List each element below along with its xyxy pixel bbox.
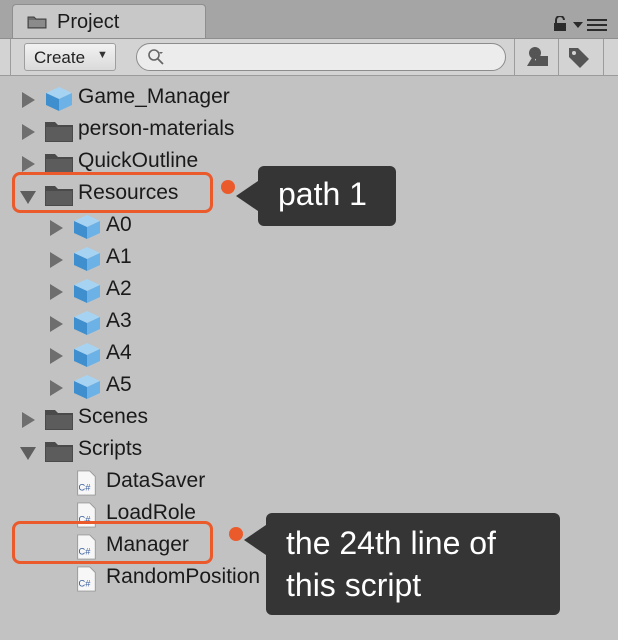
toolbar-divider xyxy=(10,39,11,76)
tree-item-label: A1 xyxy=(106,245,132,268)
highlight-box-manager xyxy=(12,521,213,564)
tree-item-label: DataSaver xyxy=(106,469,206,492)
tree-item-a5[interactable]: A5 xyxy=(0,371,618,403)
csharp-text: C# xyxy=(79,578,92,588)
tree-item-a4[interactable]: A4 xyxy=(0,339,618,371)
tree-item-label: A5 xyxy=(106,373,132,396)
callout-text: path 1 xyxy=(278,176,367,212)
project-toolbar: Create ▼ xyxy=(0,38,618,76)
prefab-cube-icon xyxy=(74,343,100,367)
folder-icon xyxy=(45,442,73,462)
tree-item-label: A3 xyxy=(106,309,132,332)
filter-by-type-icon[interactable] xyxy=(525,45,551,69)
toolbar-divider xyxy=(514,39,515,76)
tree-item-a2[interactable]: A2 xyxy=(0,275,618,307)
tree-item-label: A2 xyxy=(106,277,132,300)
folder-icon xyxy=(45,410,73,430)
csharp-text: C# xyxy=(79,482,92,492)
prefab-cube-icon xyxy=(74,215,100,239)
tree-item-label: Game_Manager xyxy=(78,85,230,108)
tree-item-game-manager[interactable]: Game_Manager xyxy=(0,83,618,115)
search-icon xyxy=(148,49,164,65)
callout-text: the 24th line of this script xyxy=(286,525,496,603)
tree-item-datasaver[interactable]: C# DataSaver xyxy=(0,467,618,499)
tree-item-scripts[interactable]: Scripts xyxy=(0,435,618,467)
csharp-script-icon: C# xyxy=(77,566,96,592)
callout-24th-line: the 24th line of this script xyxy=(244,513,560,615)
lock-icon[interactable] xyxy=(553,16,567,32)
tab-project[interactable]: Project xyxy=(12,4,206,38)
folder-icon xyxy=(45,122,73,142)
tab-title: Project xyxy=(57,11,120,33)
expand-arrow-icon[interactable] xyxy=(50,284,63,300)
callout-path-1: path 1 xyxy=(236,166,396,226)
filter-by-label-icon[interactable] xyxy=(566,45,592,69)
expand-arrow-icon[interactable] xyxy=(22,412,35,428)
toolbar-divider xyxy=(558,39,559,76)
expand-arrow-icon[interactable] xyxy=(50,316,63,332)
expand-arrow-icon[interactable] xyxy=(22,156,35,172)
annotation-dot xyxy=(221,180,235,194)
create-label: Create xyxy=(34,48,86,67)
tree-item-a3[interactable]: A3 xyxy=(0,307,618,339)
prefab-cube-icon xyxy=(74,247,100,271)
collapse-arrow-icon[interactable] xyxy=(20,447,36,460)
expand-arrow-icon[interactable] xyxy=(50,252,63,268)
highlight-box-resources xyxy=(12,172,213,213)
prefab-cube-icon xyxy=(74,375,100,399)
tree-item-person-materials[interactable]: person-materials xyxy=(0,115,618,147)
panel-tab-bar: Project xyxy=(0,0,618,38)
expand-arrow-icon[interactable] xyxy=(22,92,35,108)
tree-item-label: Scenes xyxy=(78,405,149,428)
expand-arrow-icon[interactable] xyxy=(50,348,63,364)
folder-icon xyxy=(27,16,47,29)
tree-item-label: person-materials xyxy=(78,117,235,140)
expand-arrow-icon[interactable] xyxy=(50,380,63,396)
prefab-cube-icon xyxy=(74,311,100,335)
tree-item-label: A0 xyxy=(106,213,132,236)
chevron-down-icon: ▼ xyxy=(97,49,108,61)
callout-pointer xyxy=(236,181,258,211)
annotation-dot xyxy=(229,527,243,541)
tree-item-label: Scripts xyxy=(78,437,143,460)
tree-item-a1[interactable]: A1 xyxy=(0,243,618,275)
panel-menu-icon[interactable] xyxy=(573,18,609,32)
toolbar-divider xyxy=(603,39,604,76)
tree-item-label: RandomPosition xyxy=(106,565,261,588)
expand-arrow-icon[interactable] xyxy=(22,124,35,140)
csharp-script-icon: C# xyxy=(77,470,96,496)
tree-item-scenes[interactable]: Scenes xyxy=(0,403,618,435)
prefab-cube-icon xyxy=(74,279,100,303)
expand-arrow-icon[interactable] xyxy=(50,220,63,236)
tree-item-label: QuickOutline xyxy=(78,149,199,172)
search-input[interactable] xyxy=(136,43,506,71)
create-dropdown-button[interactable]: Create ▼ xyxy=(24,43,116,71)
tree-item-label: A4 xyxy=(106,341,132,364)
callout-pointer xyxy=(244,525,266,555)
prefab-cube-icon xyxy=(46,87,72,111)
